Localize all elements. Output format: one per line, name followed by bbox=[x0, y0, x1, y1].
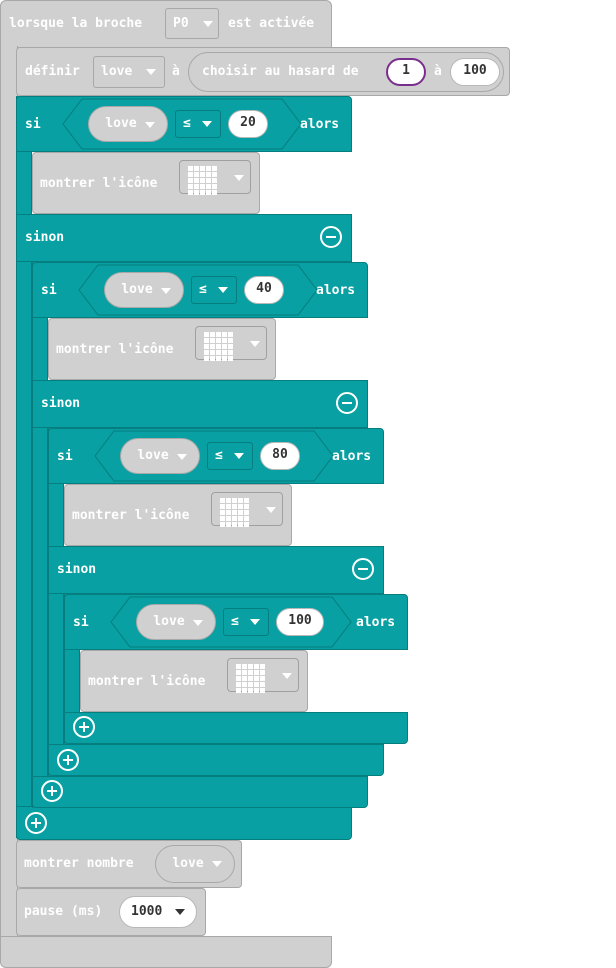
if-2-variable-name: love bbox=[121, 282, 153, 297]
if-4-variable[interactable]: love bbox=[136, 604, 216, 640]
caret-down-icon bbox=[193, 620, 203, 626]
if-3-alors: alors bbox=[332, 449, 372, 464]
if-1-variable[interactable]: love bbox=[88, 106, 168, 142]
if-block-1-footer bbox=[16, 806, 352, 840]
random-max-input[interactable]: 100 bbox=[450, 58, 500, 86]
if-2-operator[interactable]: ≤ bbox=[191, 276, 237, 304]
plus-circle-icon[interactable] bbox=[41, 780, 63, 802]
show-icon-1-label: montrer l'icône bbox=[40, 176, 158, 191]
if-1-variable-name: love bbox=[105, 116, 137, 131]
random-between-label: à bbox=[434, 64, 442, 79]
if-4-si: si bbox=[73, 615, 89, 630]
caret-down-icon bbox=[203, 21, 213, 27]
caret-down-icon bbox=[250, 619, 260, 625]
show-icon-3-label: montrer l'icône bbox=[72, 508, 190, 523]
minus-circle-icon[interactable] bbox=[320, 226, 342, 248]
show-icon-2-label: montrer l'icône bbox=[56, 342, 174, 357]
if-3-si: si bbox=[57, 449, 73, 464]
pin-dropdown[interactable]: P0 bbox=[165, 8, 219, 39]
plus-circle-icon[interactable] bbox=[25, 812, 47, 834]
if-2-variable[interactable]: love bbox=[104, 272, 184, 308]
caret-down-icon bbox=[218, 287, 228, 293]
caret-down-icon bbox=[177, 454, 187, 460]
if-4-alors: alors bbox=[356, 615, 396, 630]
set-to-label: à bbox=[172, 64, 180, 79]
if-block-3-footer bbox=[48, 744, 384, 776]
random-min-input[interactable]: 1 bbox=[386, 58, 426, 86]
led-grid-icon bbox=[236, 664, 265, 693]
show-number-variable-name: love bbox=[172, 856, 204, 871]
set-variable-name: love bbox=[101, 64, 133, 79]
if-block-1-spine bbox=[16, 96, 32, 838]
plus-circle-icon[interactable] bbox=[73, 716, 95, 738]
led-grid-icon bbox=[220, 498, 249, 527]
if-4-operator-value: ≤ bbox=[231, 614, 239, 629]
show-icon-4-label: montrer l'icône bbox=[88, 674, 206, 689]
if-3-value-input[interactable]: 80 bbox=[260, 442, 300, 470]
caret-down-icon bbox=[145, 122, 155, 128]
icon-picker-2[interactable] bbox=[195, 326, 267, 361]
if-3-variable-name: love bbox=[137, 448, 169, 463]
if-3-operator[interactable]: ≤ bbox=[207, 442, 253, 470]
if-3-operator-value: ≤ bbox=[215, 448, 223, 463]
if-3-sinon: sinon bbox=[57, 562, 97, 577]
icon-picker-4[interactable] bbox=[227, 658, 299, 693]
plus-circle-icon[interactable] bbox=[57, 749, 79, 771]
if-1-value-input[interactable]: 20 bbox=[228, 110, 268, 138]
led-grid-icon bbox=[188, 166, 217, 195]
if-2-alors: alors bbox=[316, 283, 356, 298]
event-footer bbox=[0, 936, 332, 968]
caret-down-icon bbox=[282, 673, 292, 679]
if-1-sinon: sinon bbox=[25, 230, 65, 245]
if-1-operator[interactable]: ≤ bbox=[175, 110, 221, 138]
led-grid-icon bbox=[204, 332, 233, 361]
show-number-label: montrer nombre bbox=[24, 856, 134, 871]
if-block-2-footer bbox=[32, 776, 368, 808]
if-4-operator[interactable]: ≤ bbox=[223, 608, 269, 636]
minus-circle-icon[interactable] bbox=[352, 558, 374, 580]
if-4-variable-name: love bbox=[153, 614, 185, 629]
caret-down-icon bbox=[234, 175, 244, 181]
pause-value: 1000 bbox=[131, 904, 163, 919]
event-prefix: lorsque la broche bbox=[9, 16, 143, 31]
if-block-2-spine bbox=[32, 262, 48, 808]
caret-down-icon bbox=[146, 69, 156, 75]
if-1-operator-value: ≤ bbox=[183, 116, 191, 131]
if-2-else-bar bbox=[32, 380, 368, 428]
if-1-else-bar bbox=[16, 214, 352, 262]
set-label: définir bbox=[25, 64, 80, 79]
set-variable-dropdown[interactable]: love bbox=[93, 56, 165, 88]
pin-value: P0 bbox=[173, 16, 189, 31]
caret-down-icon bbox=[212, 861, 222, 867]
caret-down-icon bbox=[202, 121, 212, 127]
icon-picker-1[interactable] bbox=[179, 160, 251, 195]
caret-down-icon bbox=[266, 507, 276, 513]
caret-down-icon bbox=[175, 909, 185, 915]
if-4-value-input[interactable]: 100 bbox=[276, 608, 324, 636]
minus-circle-icon[interactable] bbox=[336, 392, 358, 414]
if-2-operator-value: ≤ bbox=[199, 282, 207, 297]
caret-down-icon bbox=[250, 341, 260, 347]
if-block-4-footer bbox=[64, 712, 408, 744]
if-3-else-bar bbox=[48, 546, 384, 594]
show-number-variable[interactable]: love bbox=[155, 845, 235, 883]
if-1-si: si bbox=[25, 117, 41, 132]
if-2-sinon: sinon bbox=[41, 396, 81, 411]
pause-value-dropdown[interactable]: 1000 bbox=[119, 896, 197, 928]
if-2-si: si bbox=[41, 283, 57, 298]
if-2-value-input[interactable]: 40 bbox=[244, 276, 284, 304]
caret-down-icon bbox=[234, 453, 244, 459]
if-3-variable[interactable]: love bbox=[120, 438, 200, 474]
event-suffix: est activée bbox=[228, 16, 315, 31]
random-label: choisir au hasard de bbox=[202, 64, 359, 79]
icon-picker-3[interactable] bbox=[211, 492, 283, 527]
caret-down-icon bbox=[161, 288, 171, 294]
if-1-alors: alors bbox=[300, 117, 340, 132]
pause-label: pause (ms) bbox=[24, 904, 103, 919]
